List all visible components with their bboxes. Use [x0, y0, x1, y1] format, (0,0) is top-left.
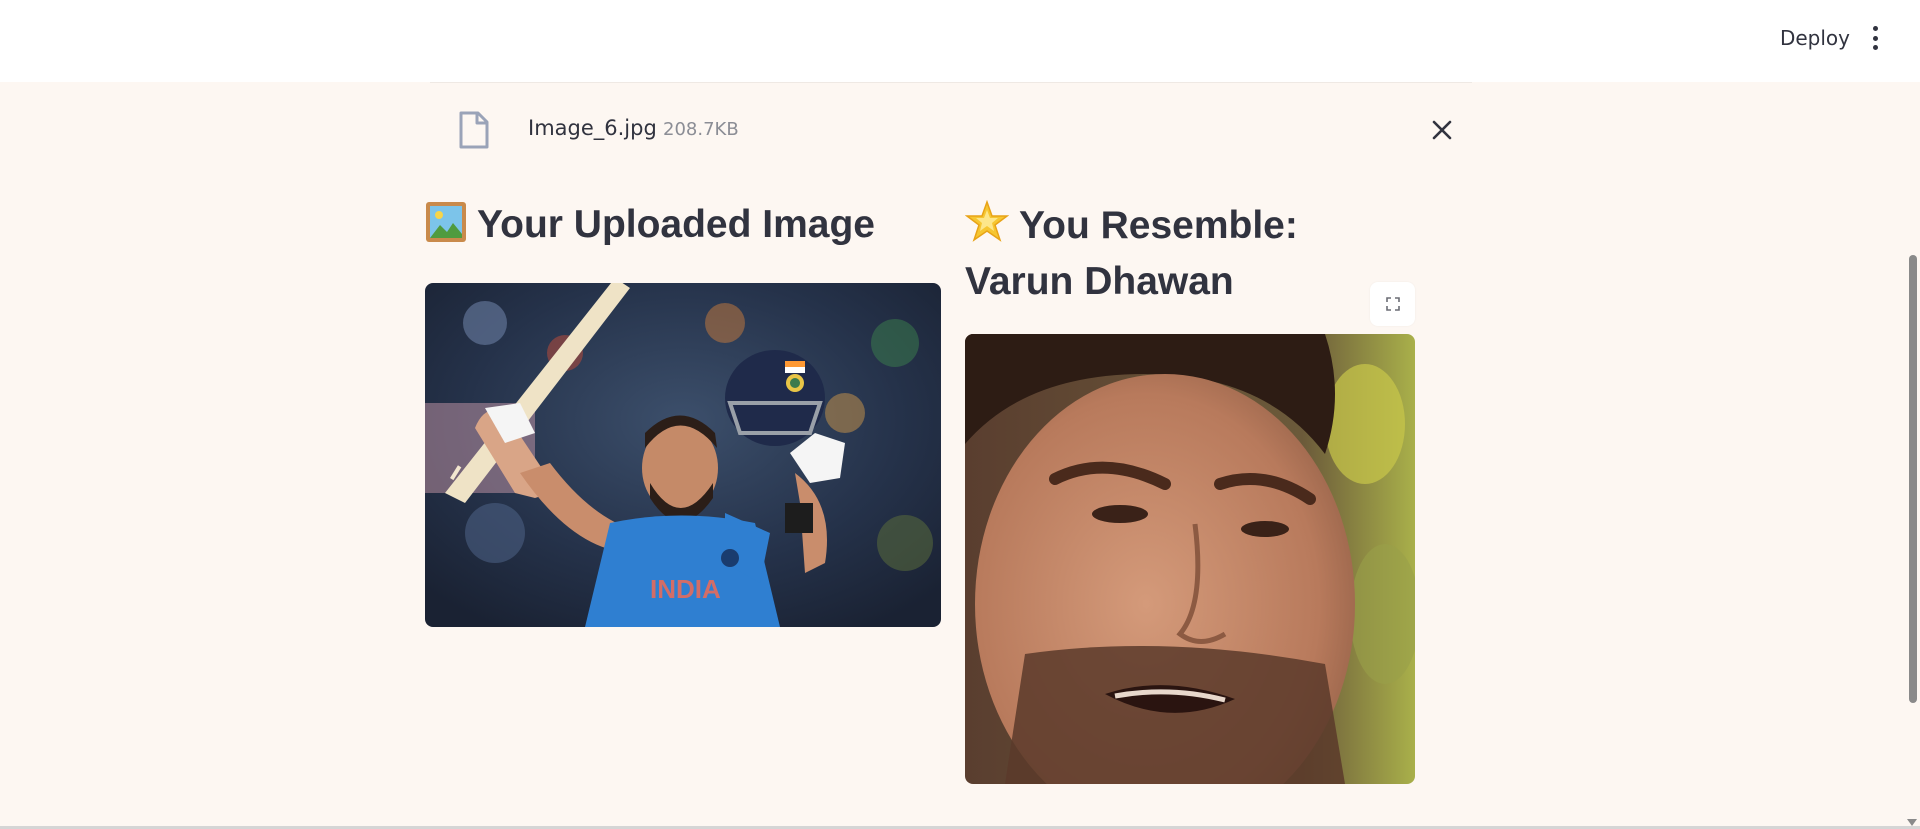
file-name: Image_6.jpg — [528, 116, 657, 140]
fullscreen-button[interactable] — [1370, 282, 1415, 326]
resembled-celebrity-image — [965, 334, 1415, 784]
fullscreen-icon — [1385, 297, 1400, 311]
scrollbar-thumb[interactable] — [1909, 255, 1917, 703]
app-header: Deploy — [0, 0, 1920, 82]
resemblance-column: You Resemble: Varun Dhawan — [964, 199, 1415, 784]
svg-text:INDIA: INDIA — [650, 574, 721, 604]
close-icon[interactable] — [1430, 118, 1454, 142]
resemblance-title: You Resemble: Varun Dhawan — [965, 204, 1298, 303]
scroll-down-arrow-icon[interactable] — [1907, 819, 1917, 826]
framed-picture-icon — [425, 201, 467, 256]
glowing-star-icon — [964, 199, 1010, 257]
divider — [430, 82, 1472, 83]
resemblance-heading: You Resemble: Varun Dhawan — [964, 199, 1415, 307]
file-icon — [459, 111, 489, 149]
uploaded-image-heading: Your Uploaded Image — [425, 200, 941, 256]
deploy-button[interactable]: Deploy — [1780, 22, 1850, 54]
uploaded-image-title: Your Uploaded Image — [477, 203, 875, 246]
file-size: 208.7KB — [663, 119, 739, 140]
uploaded-image: INDIA — [425, 283, 941, 627]
more-vertical-icon[interactable] — [1870, 26, 1880, 50]
uploaded-image-column: Your Uploaded Image INDIA — [425, 200, 941, 627]
uploaded-file-row: Image_6.jpg 208.7KB — [430, 100, 1472, 162]
